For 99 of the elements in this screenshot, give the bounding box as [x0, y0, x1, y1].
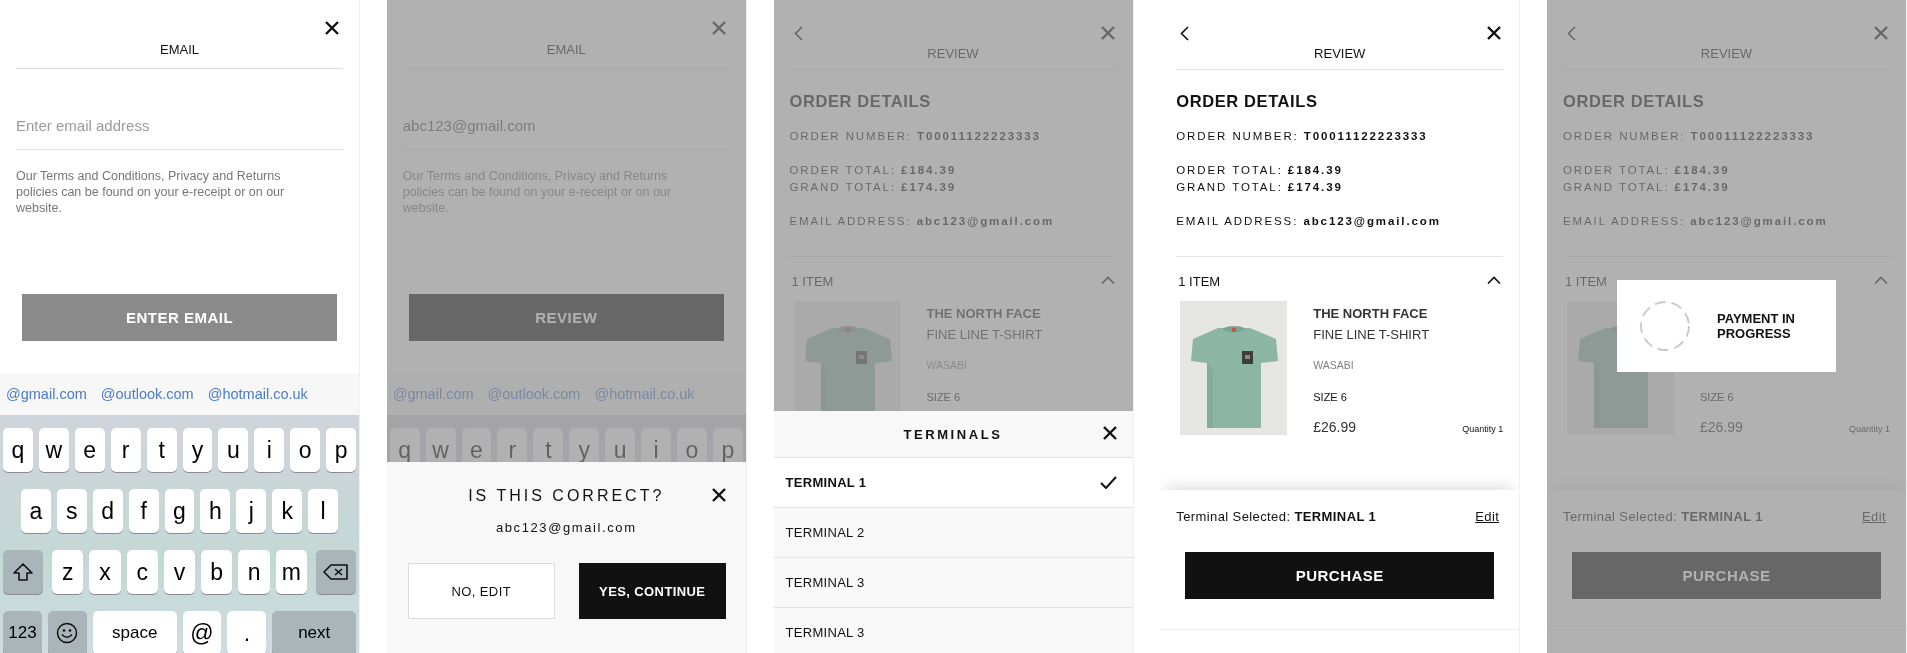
product-price: £26.99: [1700, 419, 1743, 435]
detail-line: ORDER TOTAL: £184.39: [1176, 163, 1344, 178]
smiley-icon: [56, 622, 79, 644]
terminal-option[interactable]: TERMINAL 3: [773, 557, 1133, 607]
letter-key[interactable]: i: [254, 428, 285, 472]
product-variant: WASABI: [1313, 359, 1354, 371]
spinner-icon: [1639, 300, 1691, 352]
screen-title: EMAIL: [160, 42, 199, 58]
product-quantity: Quantity 1: [1462, 424, 1504, 434]
edit-link[interactable]: Edit: [1475, 509, 1500, 524]
product-size: SIZE 6: [926, 391, 961, 403]
letter-key[interactable]: z: [52, 550, 84, 594]
terminal-selected: Terminal Selected: TERMINAL 1: [1563, 509, 1763, 524]
back-icon[interactable]: [1180, 26, 1190, 41]
section-heading: ORDER DETAILS: [1563, 91, 1706, 111]
terminal-option[interactable]: TERMINAL 1: [773, 457, 1133, 507]
letter-key[interactable]: u: [218, 428, 249, 472]
chevron-icon[interactable]: [1487, 275, 1502, 284]
symbol-key[interactable]: @: [182, 611, 222, 653]
product-name: FINE LINE T-SHIRT: [926, 327, 1043, 342]
terms-note: Our Terms and Conditions, Privacy and Returns policies can be found on your e-receipt or on our website.: [16, 168, 286, 216]
letter-key[interactable]: a: [21, 489, 51, 533]
product-quantity: Quantity 1: [1848, 424, 1890, 434]
screen-title: EMAIL: [546, 42, 586, 58]
detail-line: GRAND TOTAL: £174.39: [1176, 180, 1344, 195]
letter-key[interactable]: h: [200, 489, 231, 533]
letter-key[interactable]: j: [236, 489, 267, 533]
product-size: SIZE 6: [1700, 391, 1734, 403]
purchase-button[interactable]: PURCHASE: [1185, 552, 1495, 599]
items-label: 1 ITEM: [791, 274, 834, 289]
close-icon[interactable]: [1487, 26, 1502, 40]
checkmark-icon: [1099, 476, 1117, 489]
terminal-option[interactable]: TERMINAL 3: [773, 607, 1133, 653]
product-brand: THE NORTH FACE: [926, 306, 1041, 321]
letter-key[interactable]: y: [182, 428, 213, 472]
terminal-selected: Terminal Selected: TERMINAL 1: [1176, 509, 1377, 524]
email-suggestion[interactable]: @hotmail.co.uk: [207, 386, 308, 402]
section-heading: ORDER DETAILS: [1176, 91, 1319, 111]
terminal-option[interactable]: TERMINAL 2: [773, 507, 1133, 557]
detail-line: ORDER TOTAL: £184.39: [1563, 163, 1731, 178]
email-text: abc123@gmail.com: [495, 520, 637, 536]
letter-key[interactable]: t: [146, 428, 177, 472]
product-brand: THE NORTH FACE: [1313, 306, 1428, 321]
email-suggestion[interactable]: @outlook.com: [100, 386, 194, 402]
continue-button[interactable]: YES, CONTINUE: [578, 563, 726, 619]
letter-key[interactable]: x: [89, 550, 121, 594]
letter-key[interactable]: c: [126, 550, 158, 594]
letter-key[interactable]: d: [92, 489, 123, 533]
section-heading: ORDER DETAILS: [789, 91, 932, 111]
sheet-title: TERMINALS: [903, 426, 1003, 442]
backspace-icon: [322, 563, 349, 581]
detail-line: ORDER NUMBER: T00011122223333: [1563, 129, 1816, 144]
letter-key[interactable]: n: [238, 550, 270, 594]
letter-key[interactable]: v: [163, 550, 196, 594]
email-field[interactable]: Enter email address: [16, 101, 343, 150]
backspace-key[interactable]: [315, 550, 356, 594]
symbol-key[interactable]: .: [227, 611, 267, 653]
letter-key[interactable]: b: [201, 550, 233, 594]
numbers-key[interactable]: 123: [3, 611, 42, 653]
letter-key[interactable]: r: [110, 428, 141, 472]
letter-key[interactable]: m: [275, 550, 307, 594]
detail-line: ORDER NUMBER: T00011122223333: [789, 129, 1042, 144]
space-key[interactable]: space: [92, 611, 177, 653]
screen-title: REVIEW: [1314, 46, 1366, 62]
product-price: £26.99: [1313, 419, 1357, 435]
letter-key[interactable]: g: [164, 489, 195, 533]
close-icon[interactable]: [1102, 426, 1117, 440]
letter-key[interactable]: s: [56, 489, 87, 533]
product-size: SIZE 6: [1313, 391, 1347, 403]
letter-key[interactable]: p: [326, 428, 357, 472]
shift-icon: [12, 562, 34, 582]
detail-line: EMAIL ADDRESS: abc123@gmail.com: [789, 214, 1056, 229]
edit-button[interactable]: NO, EDIT: [407, 563, 555, 619]
dialog-message: PAYMENT IN PROGRESS: [1717, 311, 1796, 341]
close-icon[interactable]: [325, 21, 339, 35]
detail-line: EMAIL ADDRESS: abc123@gmail.com: [1176, 214, 1442, 229]
letter-key[interactable]: e: [74, 428, 105, 472]
detail-line: GRAND TOTAL: £174.39: [789, 180, 957, 195]
detail-line: EMAIL ADDRESS: abc123@gmail.com: [1563, 214, 1829, 229]
letter-key[interactable]: q: [3, 428, 33, 472]
items-label: 1 ITEM: [1178, 274, 1221, 289]
next-key[interactable]: next: [272, 611, 357, 653]
items-label: 1 ITEM: [1565, 274, 1607, 289]
detail-line: ORDER NUMBER: T00011122223333: [1176, 129, 1429, 144]
screen-title: REVIEW: [1700, 46, 1753, 62]
letter-key[interactable]: l: [308, 489, 338, 533]
letter-key[interactable]: f: [128, 489, 159, 533]
screen-title: REVIEW: [927, 46, 979, 62]
emoji-key[interactable]: [47, 611, 87, 653]
shift-key[interactable]: [3, 550, 43, 594]
letter-key[interactable]: k: [272, 489, 303, 533]
letter-key[interactable]: o: [290, 428, 321, 472]
detail-line: ORDER TOTAL: £184.39: [789, 163, 957, 178]
email-suggestion[interactable]: @gmail.com: [6, 386, 87, 402]
letter-key[interactable]: w: [38, 428, 69, 472]
detail-line: GRAND TOTAL: £174.39: [1563, 180, 1731, 195]
product-name: FINE LINE T-SHIRT: [1313, 327, 1430, 342]
close-icon[interactable]: [711, 488, 726, 502]
sheet-title: IS THIS CORRECT?: [468, 486, 665, 506]
